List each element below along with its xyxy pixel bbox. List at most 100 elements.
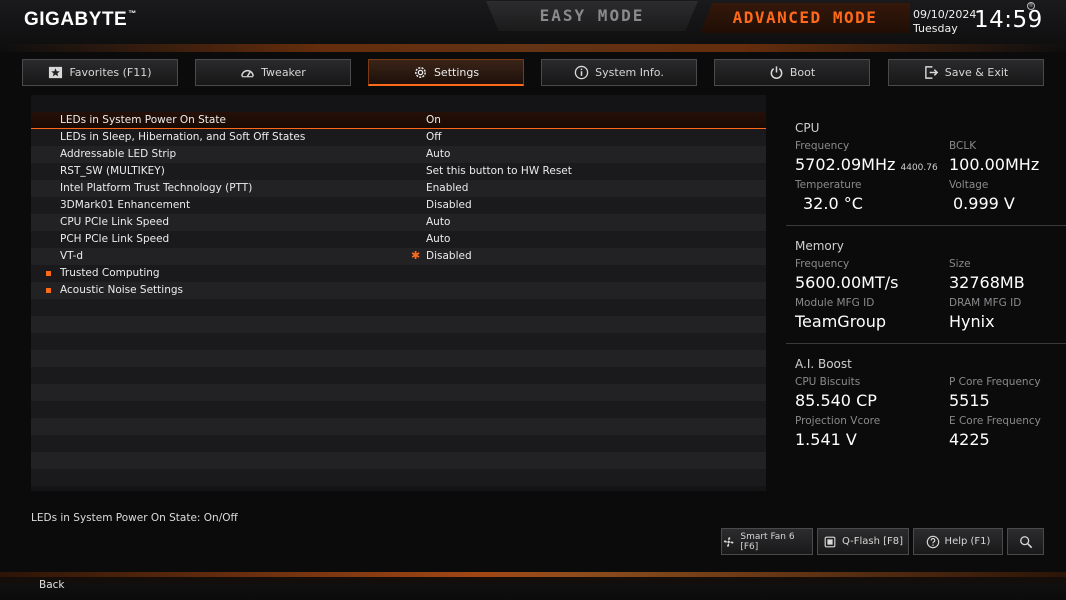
back-button[interactable]: Back bbox=[39, 579, 65, 591]
aiboost-section-title: A.I. Boost bbox=[795, 357, 852, 371]
section-divider bbox=[786, 343, 1066, 344]
smart-fan-button[interactable]: Smart Fan 6 [F6] bbox=[721, 528, 813, 555]
setting-row-ptt[interactable]: Intel Platform Trust Technology (PTT) En… bbox=[31, 180, 766, 197]
submenu-bullet-icon bbox=[46, 271, 51, 276]
projection-vcore-value: 1.541 V bbox=[795, 430, 857, 449]
cpu-biscuits-value: 85.540 CP bbox=[795, 391, 877, 410]
cpu-voltage-label: Voltage bbox=[949, 179, 989, 191]
power-icon bbox=[770, 66, 783, 79]
setting-value[interactable]: Enabled bbox=[426, 180, 468, 197]
fan-icon bbox=[723, 536, 734, 547]
setting-row-cpu-pcie[interactable]: CPU PCIe Link Speed Auto bbox=[31, 214, 766, 231]
qflash-button[interactable]: Q-Flash [F8] bbox=[817, 528, 909, 555]
setting-value[interactable]: Off bbox=[426, 129, 442, 146]
setting-row-leds-power-on[interactable]: LEDs in System Power On State On bbox=[31, 112, 766, 129]
module-mfg-label: Module MFG ID bbox=[795, 297, 875, 309]
setting-row-pch-pcie[interactable]: PCH PCIe Link Speed Auto bbox=[31, 231, 766, 248]
submenu-bullet-icon bbox=[46, 288, 51, 293]
empty-row bbox=[31, 401, 766, 418]
tab-label: Boot bbox=[789, 66, 816, 79]
cpu-frequency-label: Frequency bbox=[795, 140, 850, 152]
section-divider bbox=[786, 225, 1066, 226]
cpu-frequency-sub: 4400.76 bbox=[900, 163, 938, 173]
registered-icon: ® bbox=[1027, 2, 1035, 10]
empty-row bbox=[31, 333, 766, 350]
tab-system-info[interactable]: System Info. bbox=[541, 59, 697, 86]
module-mfg-value: TeamGroup bbox=[795, 312, 886, 331]
brand-logo: GIGABYTE™ bbox=[24, 9, 137, 30]
tab-save-exit[interactable]: Save & Exit bbox=[888, 59, 1044, 86]
cpu-voltage-value: 0.999 V bbox=[953, 194, 1015, 213]
help-button[interactable]: Help (F1) bbox=[913, 528, 1003, 555]
empty-row bbox=[31, 316, 766, 333]
settings-list: LEDs in System Power On State On LEDs in… bbox=[31, 95, 766, 491]
projection-vcore-label: Projection Vcore bbox=[795, 415, 881, 427]
advanced-mode-button[interactable]: ADVANCED MODE bbox=[700, 3, 910, 33]
setting-value[interactable]: Auto bbox=[426, 214, 450, 231]
setting-value[interactable]: Disabled bbox=[426, 197, 472, 214]
empty-row bbox=[31, 350, 766, 367]
tab-settings[interactable]: Settings bbox=[368, 59, 524, 86]
bclk-label: BCLK bbox=[949, 140, 977, 152]
memory-frequency-value: 5600.00MT/s bbox=[795, 273, 899, 292]
setting-help-text: LEDs in System Power On State: On/Off bbox=[31, 512, 238, 524]
setting-label: 3DMark01 Enhancement bbox=[60, 199, 191, 211]
exit-icon bbox=[924, 66, 938, 79]
ecore-frequency-value: 4225 bbox=[949, 430, 990, 449]
gauge-icon bbox=[241, 69, 255, 78]
clock-display: 14:59 bbox=[974, 7, 1043, 33]
search-button[interactable] bbox=[1007, 528, 1044, 555]
easy-mode-button[interactable]: EASY MODE bbox=[486, 1, 698, 31]
setting-label: RST_SW (MULTIKEY) bbox=[60, 165, 165, 177]
gear-icon bbox=[415, 66, 426, 78]
tab-favorites[interactable]: Favorites (F11) bbox=[22, 59, 178, 86]
date-display: 09/10/2024 Tuesday bbox=[913, 8, 976, 36]
chip-icon bbox=[824, 536, 836, 547]
setting-value[interactable]: Set this button to HW Reset bbox=[426, 163, 572, 180]
empty-row bbox=[31, 469, 766, 486]
submenu-trusted-computing[interactable]: Trusted Computing bbox=[31, 265, 766, 282]
setting-label: PCH PCIe Link Speed bbox=[60, 233, 170, 245]
empty-row bbox=[31, 435, 766, 452]
smart-fan-label: Smart Fan 6 [F6] bbox=[740, 531, 795, 552]
tab-label: Favorites (F11) bbox=[69, 66, 152, 79]
weekday-text: Tuesday bbox=[913, 22, 958, 35]
setting-row-rst-sw[interactable]: RST_SW (MULTIKEY) Set this button to HW … bbox=[31, 163, 766, 180]
setting-value[interactable]: On bbox=[426, 112, 441, 129]
setting-label: LEDs in System Power On State bbox=[60, 114, 226, 126]
footer-bar bbox=[0, 572, 1066, 600]
tab-boot[interactable]: Boot bbox=[714, 59, 870, 86]
setting-value[interactable]: Auto bbox=[426, 146, 450, 163]
cpu-section-title: CPU bbox=[795, 121, 820, 135]
bclk-value: 100.00MHz bbox=[949, 155, 1040, 174]
setting-value[interactable]: Auto bbox=[426, 231, 450, 248]
cpu-temp-value: 32.0 °C bbox=[803, 194, 863, 213]
setting-value[interactable]: Disabled bbox=[426, 248, 472, 265]
setting-label: Acoustic Noise Settings bbox=[60, 284, 183, 296]
empty-row bbox=[31, 367, 766, 384]
setting-row-leds-sleep[interactable]: LEDs in Sleep, Hibernation, and Soft Off… bbox=[31, 129, 766, 146]
submenu-acoustic-noise[interactable]: Acoustic Noise Settings bbox=[31, 282, 766, 299]
trademark-mark: ™ bbox=[128, 9, 137, 18]
star-icon bbox=[49, 66, 63, 79]
modified-star-icon: ✱ bbox=[411, 249, 421, 262]
setting-row-vt-d[interactable]: VT-d ✱ Disabled bbox=[31, 248, 766, 265]
setting-row-addressable-led[interactable]: Addressable LED Strip Auto bbox=[31, 146, 766, 163]
ecore-frequency-label: E Core Frequency bbox=[949, 415, 1041, 427]
dram-mfg-value: Hynix bbox=[949, 312, 995, 331]
pcore-frequency-label: P Core Frequency bbox=[949, 376, 1041, 388]
empty-row bbox=[31, 418, 766, 435]
tab-tweaker[interactable]: Tweaker bbox=[195, 59, 351, 86]
tab-label: Save & Exit bbox=[944, 66, 1009, 79]
search-icon bbox=[1019, 535, 1032, 548]
pcore-frequency-value: 5515 bbox=[949, 391, 990, 410]
info-icon bbox=[574, 65, 589, 80]
memory-frequency-label: Frequency bbox=[795, 258, 850, 270]
setting-row-3dmark01[interactable]: 3DMark01 Enhancement Disabled bbox=[31, 197, 766, 214]
empty-row bbox=[31, 384, 766, 401]
setting-label: Intel Platform Trust Technology (PTT) bbox=[60, 182, 253, 194]
dram-mfg-label: DRAM MFG ID bbox=[949, 297, 1022, 309]
memory-size-value: 32768MB bbox=[949, 273, 1025, 292]
setting-label: Addressable LED Strip bbox=[60, 148, 177, 160]
tab-label: Settings bbox=[433, 65, 480, 79]
